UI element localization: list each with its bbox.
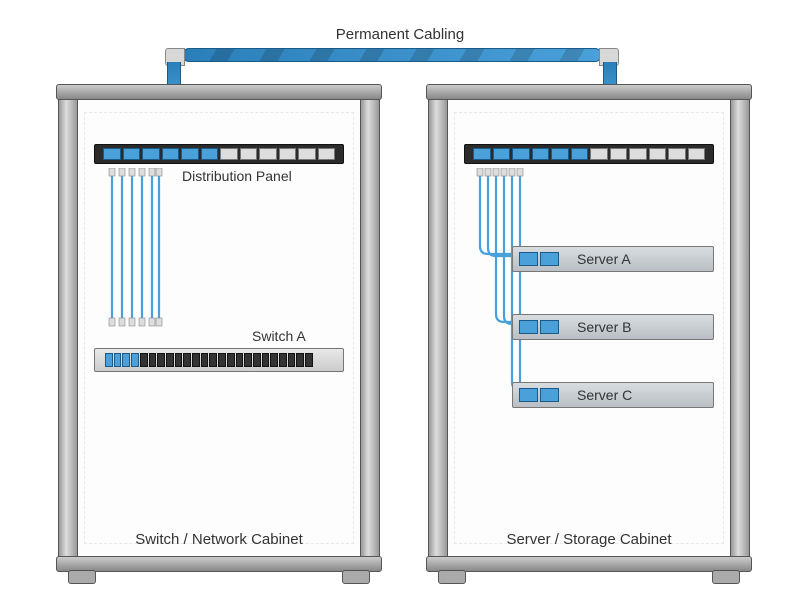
patch-to-switch-cables <box>104 168 164 328</box>
patch-port <box>493 148 511 160</box>
switch-port <box>183 353 191 367</box>
switch-port <box>209 353 217 367</box>
patch-to-server-cables <box>472 168 532 408</box>
distribution-patch-panel-left <box>94 144 344 164</box>
patch-port <box>201 148 219 160</box>
patch-port <box>162 148 180 160</box>
switch-port <box>131 353 139 367</box>
switch-port <box>270 353 278 367</box>
switch-port <box>244 353 252 367</box>
patch-port <box>649 148 667 160</box>
switch-port <box>175 353 183 367</box>
permanent-cabling-label: Permanent Cabling <box>336 26 464 43</box>
patch-port <box>279 148 297 160</box>
switch-port <box>262 353 270 367</box>
server-c: Server C <box>512 382 714 408</box>
patch-ports-right <box>473 148 705 160</box>
switch-port <box>157 353 165 367</box>
switch-port <box>253 353 261 367</box>
patch-port <box>123 148 141 160</box>
left-cabinet-label: Switch / Network Cabinet <box>62 531 376 548</box>
patch-port <box>473 148 491 160</box>
switch-a-label: Switch A <box>252 328 306 344</box>
switch-port <box>279 353 287 367</box>
switch-port <box>305 353 313 367</box>
switch-port <box>296 353 304 367</box>
patch-port <box>259 148 277 160</box>
switch-port <box>288 353 296 367</box>
right-cabinet-label: Server / Storage Cabinet <box>432 531 746 548</box>
switch-port <box>192 353 200 367</box>
distribution-patch-panel-right <box>464 144 714 164</box>
switch-port <box>149 353 157 367</box>
patch-port <box>512 148 530 160</box>
patch-port <box>551 148 569 160</box>
patch-port <box>142 148 160 160</box>
server-a-label: Server A <box>577 251 631 267</box>
switch-port <box>122 353 130 367</box>
distribution-panel-label: Distribution Panel <box>182 168 292 184</box>
server-a: Server A <box>512 246 714 272</box>
patch-port <box>103 148 121 160</box>
switch-port <box>105 353 113 367</box>
patch-port <box>571 148 589 160</box>
switch-network-cabinet: Distribution Panel Switch A <box>60 88 378 568</box>
patch-port <box>668 148 686 160</box>
switch-port <box>140 353 148 367</box>
patch-port <box>318 148 336 160</box>
patch-port <box>181 148 199 160</box>
server-b: Server B <box>512 314 714 340</box>
server-c-label: Server C <box>577 387 632 403</box>
permanent-cable <box>182 48 602 62</box>
switch-a <box>94 348 344 372</box>
patch-port <box>298 148 316 160</box>
server-storage-cabinet: Server A Server B Server C Server / Stor… <box>430 88 748 568</box>
patch-port <box>629 148 647 160</box>
switch-port <box>227 353 235 367</box>
patch-port <box>240 148 258 160</box>
patch-port <box>610 148 628 160</box>
switch-ports <box>105 353 313 367</box>
patch-port <box>220 148 238 160</box>
patch-ports-left <box>103 148 335 160</box>
switch-port <box>166 353 174 367</box>
switch-port <box>236 353 244 367</box>
server-b-label: Server B <box>577 319 631 335</box>
patch-port <box>532 148 550 160</box>
network-cabling-diagram: Permanent Cabling <box>0 0 800 600</box>
patch-port <box>590 148 608 160</box>
switch-port <box>218 353 226 367</box>
switch-port <box>114 353 122 367</box>
patch-port <box>688 148 706 160</box>
switch-port <box>201 353 209 367</box>
